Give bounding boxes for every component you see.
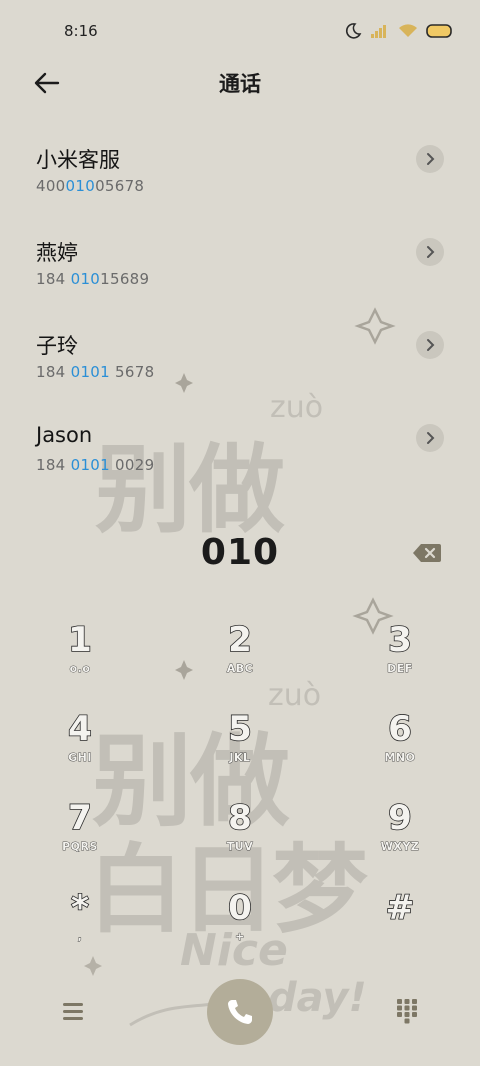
number-match: 010 xyxy=(65,177,96,195)
contact-row[interactable]: Jason 184 0101 0029 xyxy=(0,407,480,500)
key-digit: 0 xyxy=(227,887,252,929)
contact-name: 子玲 xyxy=(36,334,78,358)
key-digit: 4 xyxy=(67,708,92,750)
key-4[interactable]: 4 GHI xyxy=(20,708,140,793)
key-digit: 9 xyxy=(387,797,412,839)
contact-number: 184 01015689 xyxy=(36,270,149,288)
contact-name: 燕婷 xyxy=(36,241,78,265)
key-star[interactable]: * , xyxy=(20,887,140,972)
key-letters: + xyxy=(235,930,245,944)
key-letters: ABC xyxy=(226,662,254,676)
key-letters: TUV xyxy=(226,840,254,854)
chevron-right-icon xyxy=(427,153,435,165)
key-letters: JKL xyxy=(229,751,251,765)
key-8[interactable]: 8 TUV xyxy=(180,797,300,882)
contact-detail-button[interactable] xyxy=(416,238,444,266)
key-letters: DEF xyxy=(387,662,413,676)
battery-icon xyxy=(426,24,452,38)
key-letters: , xyxy=(77,930,83,944)
key-digit: 8 xyxy=(227,797,252,839)
number-prefix: 184 xyxy=(36,456,71,474)
number-prefix: 400 xyxy=(36,177,66,195)
number-match: 0101 xyxy=(70,456,110,474)
key-9[interactable]: 9 WXYZ xyxy=(340,797,460,882)
page-title: 通话 xyxy=(219,72,261,96)
key-letters: MNO xyxy=(384,751,416,765)
signal-icon xyxy=(371,25,386,38)
bottom-bar xyxy=(0,976,480,1056)
chevron-right-icon xyxy=(427,432,435,444)
contact-row[interactable]: 燕婷 184 01015689 xyxy=(0,221,480,314)
key-3[interactable]: 3 DEF xyxy=(340,619,460,704)
chevron-right-icon xyxy=(427,339,435,351)
status-bar: 8:16 xyxy=(0,0,480,62)
key-digit: 5 xyxy=(227,708,252,750)
dialed-number[interactable]: 010 xyxy=(0,532,480,573)
key-1[interactable]: 1 o.o xyxy=(20,619,140,704)
contact-number: 40001005678 xyxy=(36,177,144,195)
contact-number: 184 0101 0029 xyxy=(36,456,154,474)
wifi-icon xyxy=(399,24,417,37)
key-letters: WXYZ xyxy=(380,840,420,854)
number-prefix: 184 xyxy=(36,363,71,381)
contact-detail-button[interactable] xyxy=(416,424,444,452)
status-time: 8:16 xyxy=(64,22,98,40)
key-5[interactable]: 5 JKL xyxy=(180,708,300,793)
key-letters: PQRS xyxy=(62,840,98,854)
header: 通话 xyxy=(0,58,480,108)
key-hash[interactable]: # xyxy=(340,887,460,972)
key-0[interactable]: 0 + xyxy=(180,887,300,972)
contact-detail-button[interactable] xyxy=(416,331,444,359)
number-match: 010 xyxy=(70,270,101,288)
dial-display: 010 xyxy=(0,528,480,580)
key-digit: 6 xyxy=(387,708,412,750)
number-match: 0101 xyxy=(70,363,110,381)
chevron-right-icon xyxy=(427,246,435,258)
key-digit: # xyxy=(385,887,415,929)
contact-suggestions: 小米客服 40001005678 燕婷 184 01015689 子玲 184 … xyxy=(0,128,480,500)
key-digit: 1 xyxy=(67,619,92,661)
number-suffix: 15689 xyxy=(100,270,150,288)
contact-name: Jason xyxy=(36,423,93,447)
call-button[interactable] xyxy=(207,979,273,1045)
contact-row[interactable]: 子玲 184 0101 5678 xyxy=(0,314,480,407)
moon-icon xyxy=(345,23,362,39)
contact-number: 184 0101 5678 xyxy=(36,363,154,381)
number-suffix: 05678 xyxy=(95,177,145,195)
status-icons xyxy=(344,22,454,40)
key-digit: 3 xyxy=(387,619,412,661)
key-letters: o.o xyxy=(69,662,91,676)
key-letters: GHI xyxy=(68,751,92,765)
number-suffix: 5678 xyxy=(109,363,155,381)
key-6[interactable]: 6 MNO xyxy=(340,708,460,793)
contact-detail-button[interactable] xyxy=(416,145,444,173)
key-digit: 2 xyxy=(227,619,252,661)
keypad-grid-icon[interactable] xyxy=(396,998,418,1024)
key-digit: 7 xyxy=(67,797,92,839)
phone-icon xyxy=(228,1000,252,1024)
key-2[interactable]: 2 ABC xyxy=(180,619,300,704)
contact-name: 小米客服 xyxy=(36,148,120,172)
menu-icon[interactable] xyxy=(60,1000,86,1022)
contact-row[interactable]: 小米客服 40001005678 xyxy=(0,128,480,221)
key-7[interactable]: 7 PQRS xyxy=(20,797,140,882)
key-digit: * xyxy=(70,887,89,929)
number-prefix: 184 xyxy=(36,270,71,288)
number-suffix: 0029 xyxy=(109,456,155,474)
backspace-icon[interactable] xyxy=(412,542,442,564)
